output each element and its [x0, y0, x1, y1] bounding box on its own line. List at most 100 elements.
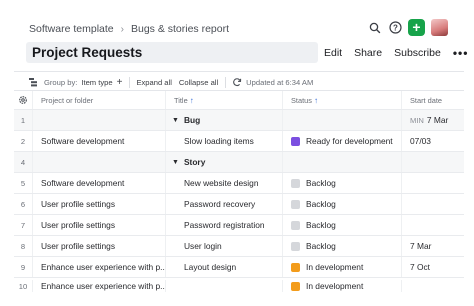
title-cell[interactable]: New website design: [165, 173, 282, 193]
project-cell[interactable]: User profile settings: [32, 236, 165, 256]
title-cell[interactable]: Password registration: [165, 215, 282, 235]
start-date-cell: MIN 7 Mar: [401, 110, 464, 130]
page-actions: Edit Share Subscribe •••: [324, 43, 468, 62]
table-header: Project or folder Title ↑ Status ↑ Start d…: [14, 91, 464, 110]
status-swatch: [291, 199, 300, 209]
edit-button[interactable]: Edit: [324, 47, 342, 59]
title-cell[interactable]: User login: [165, 236, 282, 256]
report-table: Project or folder Title ↑ Status ↑ Start d…: [14, 90, 464, 292]
project-cell[interactable]: Software development: [32, 131, 165, 151]
status-label: Ready for development: [306, 136, 393, 146]
group-label[interactable]: ▼ Story: [165, 152, 282, 172]
plus-icon[interactable]: +: [117, 77, 123, 88]
row-number: 7: [20, 220, 26, 230]
breadcrumb-item-template[interactable]: Software template: [29, 23, 114, 35]
sort-ascending-icon: ↑: [313, 95, 318, 105]
status-cell[interactable]: Backlog: [282, 194, 401, 214]
table-row[interactable]: 5 Software development New website desig…: [14, 173, 464, 194]
row-number: 6: [20, 199, 26, 209]
status-label: In development: [306, 262, 364, 272]
divider: [225, 77, 227, 88]
toolbar: Group by: Item type + Expand all Collaps…: [14, 71, 464, 91]
status-swatch: [291, 281, 300, 291]
project-cell[interactable]: Enhance user experience with p...: [32, 280, 165, 292]
row-number: 4: [20, 157, 26, 167]
status-label: Backlog: [306, 241, 336, 251]
status-label: In development: [306, 281, 364, 291]
help-icon[interactable]: ?: [387, 19, 404, 36]
refresh-icon[interactable]: [232, 77, 242, 89]
project-cell[interactable]: Enhance user experience with p...: [32, 257, 165, 277]
table-row[interactable]: 10 Enhance user experience with p... In …: [14, 278, 464, 292]
title-cell[interactable]: [165, 280, 282, 292]
table-row[interactable]: 6 User profile settings Password recover…: [14, 194, 464, 215]
status-cell[interactable]: Backlog: [282, 215, 401, 235]
share-button[interactable]: Share: [354, 47, 382, 59]
status-cell[interactable]: In development: [282, 257, 401, 277]
status-swatch: [291, 220, 300, 230]
search-icon[interactable]: [366, 19, 383, 36]
status-swatch: [291, 241, 300, 251]
table-row[interactable]: 2 Software development Slow loading item…: [14, 131, 464, 152]
group-by-control[interactable]: Group by: Item type +: [14, 77, 122, 89]
column-header-status[interactable]: Status ↑: [282, 91, 401, 109]
start-date-cell[interactable]: 07/03: [401, 131, 464, 151]
column-header-title[interactable]: Title ↑: [165, 91, 282, 109]
table-cell: [282, 152, 401, 172]
caret-down-icon[interactable]: ▼: [172, 159, 179, 166]
group-row-bug[interactable]: 1 ▼ Bug MIN 7 Mar: [14, 110, 464, 131]
start-date-cell[interactable]: [401, 173, 464, 193]
breadcrumb-item-report[interactable]: Bugs & stories report: [131, 23, 229, 35]
table-row[interactable]: 9 Enhance user experience with p... Layo…: [14, 257, 464, 278]
avatar[interactable]: [431, 19, 448, 36]
status-swatch: [291, 262, 300, 272]
start-date-cell[interactable]: 7 Oct: [401, 257, 464, 277]
group-name: Bug: [183, 115, 201, 125]
column-header-start-date[interactable]: Start date: [401, 91, 464, 109]
start-date-cell[interactable]: [401, 194, 464, 214]
table-cell: [32, 152, 165, 172]
row-number: 10: [18, 281, 28, 291]
row-number: 5: [20, 178, 26, 188]
page-title[interactable]: Project Requests: [26, 42, 318, 63]
status-label: Backlog: [306, 178, 336, 188]
settings-icon[interactable]: [14, 91, 32, 109]
table-row[interactable]: 8 User profile settings User login Backl…: [14, 236, 464, 257]
collapse-all-button[interactable]: Collapse all: [179, 78, 218, 87]
status-cell[interactable]: In development: [282, 280, 401, 292]
title-cell[interactable]: Layout design: [165, 257, 282, 277]
start-date-cell[interactable]: [401, 280, 464, 292]
status-cell[interactable]: Backlog: [282, 173, 401, 193]
group-label[interactable]: ▼ Bug: [165, 110, 282, 130]
caret-down-icon[interactable]: ▼: [172, 117, 179, 124]
column-header-title-label: Title: [174, 95, 188, 105]
row-number: 8: [20, 241, 26, 251]
status-cell[interactable]: Backlog: [282, 236, 401, 256]
divider: [129, 77, 131, 88]
top-actions: ? +: [366, 19, 448, 36]
subscribe-button[interactable]: Subscribe: [394, 47, 441, 59]
title-cell[interactable]: Password recovery: [165, 194, 282, 214]
start-date-cell[interactable]: [401, 215, 464, 235]
table-cell: [282, 110, 401, 130]
aggregate-label: MIN: [410, 115, 424, 125]
more-options-icon[interactable]: •••: [453, 46, 469, 60]
project-cell[interactable]: User profile settings: [32, 215, 165, 235]
updated-status: Updated at 6:34 AM: [232, 77, 313, 89]
plus-icon[interactable]: +: [408, 19, 425, 36]
group-row-story[interactable]: 4 ▼ Story: [14, 152, 464, 173]
chevron-right-icon: ›: [120, 23, 124, 35]
status-cell[interactable]: Ready for development: [282, 131, 401, 151]
svg-text:?: ?: [393, 23, 398, 32]
start-date-value: 7 Mar: [426, 115, 449, 125]
table-cell: [32, 110, 165, 130]
column-header-status-label: Status: [291, 95, 312, 105]
start-date-cell[interactable]: 7 Mar: [401, 236, 464, 256]
column-header-project[interactable]: Project or folder: [32, 91, 165, 109]
title-cell[interactable]: Slow loading items: [165, 131, 282, 151]
expand-all-button[interactable]: Expand all: [136, 78, 171, 87]
table-row[interactable]: 7 User profile settings Password registr…: [14, 215, 464, 236]
group-by-value[interactable]: Item type: [81, 78, 112, 87]
project-cell[interactable]: Software development: [32, 173, 165, 193]
project-cell[interactable]: User profile settings: [32, 194, 165, 214]
